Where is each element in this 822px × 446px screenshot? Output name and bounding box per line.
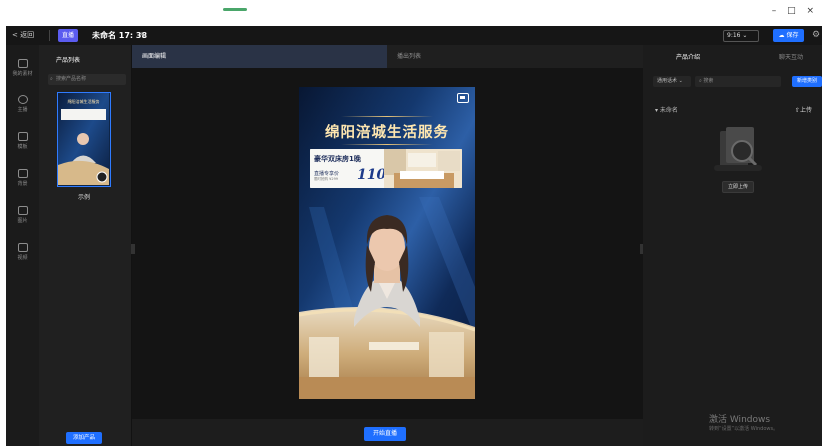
category-tree-item[interactable]: ▾ 未命名 bbox=[655, 105, 678, 114]
activation-watermark-title: 激活 Windows bbox=[709, 415, 771, 425]
upload-link-label: 上传 bbox=[800, 107, 813, 114]
video-icon bbox=[17, 243, 28, 252]
title-bar: < 返回 直播 未命名 17: 38 ✎ 9:16 ⌄ ☁ 保存 ⚙ bbox=[6, 26, 822, 45]
add-product-button[interactable]: 添加产品 bbox=[66, 432, 102, 444]
nav-item-background[interactable]: 背景 bbox=[6, 169, 39, 187]
thumbnail-preview-image bbox=[58, 93, 109, 185]
product-banner[interactable]: 豪华双床房1晚 直播专享价 限时抢购 ¥299 110 bbox=[310, 149, 462, 188]
nav-item-label: 视频 bbox=[17, 255, 28, 261]
person-icon bbox=[17, 95, 28, 104]
aspect-ratio-value: 9:16 bbox=[727, 32, 741, 39]
start-live-button[interactable]: 开始直播 bbox=[364, 427, 406, 441]
empty-state-illustration bbox=[714, 127, 762, 171]
side-nav: 我的素材 主播 模板 背景 图片 视频 bbox=[6, 45, 39, 446]
product-item-name: 示例 bbox=[77, 194, 90, 201]
script-search-input[interactable]: ⌕ 搜索 bbox=[695, 76, 781, 87]
banner-subline: 直播专享价 bbox=[314, 171, 340, 177]
nav-item-video[interactable]: 视频 bbox=[6, 243, 39, 261]
drag-handle[interactable] bbox=[223, 8, 247, 11]
nav-item-label: 图片 bbox=[17, 218, 28, 224]
app-window: – □ × < 返回 直播 未命名 17: 38 ✎ 9:16 ⌄ ☁ 保存 ⚙… bbox=[0, 0, 822, 446]
folder-icon bbox=[17, 59, 28, 68]
gear-icon[interactable]: ⚙ bbox=[812, 29, 822, 42]
script-search-placeholder: 搜索 bbox=[703, 78, 714, 84]
product-search-placeholder: 搜索产品名称 bbox=[56, 76, 87, 82]
nav-item-label: 主播 bbox=[17, 107, 28, 113]
window-controls[interactable]: – □ × bbox=[772, 6, 818, 16]
upload-now-button[interactable]: 立即上传 bbox=[722, 181, 754, 193]
nav-item-anchor[interactable]: 主播 bbox=[6, 95, 39, 113]
preview-image-icon[interactable] bbox=[457, 93, 469, 103]
tab-scene-edit[interactable]: 画面编辑 bbox=[132, 45, 387, 68]
window-top-strip: – □ × bbox=[0, 0, 822, 26]
pencil-icon[interactable]: ✎ bbox=[140, 29, 147, 42]
save-button[interactable]: ☁ 保存 bbox=[773, 29, 804, 42]
preview-title: 绵阳涪城生活服务 bbox=[325, 124, 449, 141]
title-separator bbox=[49, 30, 50, 41]
upload-link[interactable]: ⇧上传 bbox=[795, 105, 812, 114]
aspect-ratio-select[interactable]: 9:16 ⌄ bbox=[723, 30, 759, 42]
collapse-left-handle[interactable] bbox=[131, 244, 135, 254]
live-preview-frame[interactable]: 绵阳涪城生活服务 豪华双床房1晚 直播专享价 限时抢购 ¥299 110 bbox=[299, 87, 475, 399]
save-label: 保存 bbox=[786, 32, 799, 39]
activation-watermark-subtitle: 转到“设置”以激活 Windows。 bbox=[709, 426, 779, 432]
nav-item-label: 模板 bbox=[17, 144, 28, 150]
script-type-select[interactable]: 通用话术 ⌄ bbox=[653, 76, 691, 87]
category-name: 未命名 bbox=[659, 107, 678, 114]
banner-headline: 豪华双床房1晚 bbox=[314, 155, 361, 163]
live-badge: 直播 bbox=[58, 29, 79, 42]
banner-note: 限时抢购 ¥299 bbox=[314, 177, 339, 181]
live-badge-label: 直播 bbox=[62, 32, 75, 39]
nav-item-label: 背景 bbox=[17, 181, 28, 187]
search-icon: ⌕ bbox=[50, 76, 53, 82]
image-icon bbox=[17, 169, 28, 178]
script-type-value: 通用话术 bbox=[657, 78, 678, 84]
new-category-button[interactable]: 新增类别 bbox=[792, 76, 822, 87]
product-thumbnail[interactable]: 绵阳涪城生活服务 bbox=[57, 92, 111, 187]
nav-item-label: 我的素材 bbox=[12, 71, 33, 77]
product-search-input[interactable]: ⌕ 搜索产品名称 bbox=[48, 74, 126, 85]
banner-room-photo bbox=[384, 149, 462, 188]
product-list-header: 产品列表 bbox=[56, 57, 81, 64]
banner-price: 110 bbox=[357, 167, 387, 183]
thumbnail-title: 绵阳涪城生活服务 bbox=[67, 99, 100, 104]
back-button[interactable]: < 返回 bbox=[12, 30, 34, 40]
title-decoration-line bbox=[341, 144, 433, 145]
title-decoration-line bbox=[341, 116, 433, 117]
nav-item-picture[interactable]: 图片 bbox=[6, 206, 39, 224]
nav-item-template[interactable]: 模板 bbox=[6, 132, 39, 150]
tab-product-intro[interactable]: 产品介绍 bbox=[676, 52, 700, 61]
nav-item-materials[interactable]: 我的素材 bbox=[6, 59, 39, 77]
banner-text-area: 豪华双床房1晚 直播专享价 限时抢购 ¥299 110 bbox=[310, 149, 387, 188]
tab-playlist[interactable]: 播出列表 bbox=[387, 45, 643, 68]
picture-icon bbox=[17, 206, 28, 215]
editor-tabs: 画面编辑 播出列表 bbox=[132, 45, 643, 68]
project-title: 未命名 17: 38 bbox=[92, 31, 148, 40]
tab-chat-interaction[interactable]: 聊天互动 bbox=[779, 52, 803, 61]
template-icon bbox=[17, 132, 28, 141]
